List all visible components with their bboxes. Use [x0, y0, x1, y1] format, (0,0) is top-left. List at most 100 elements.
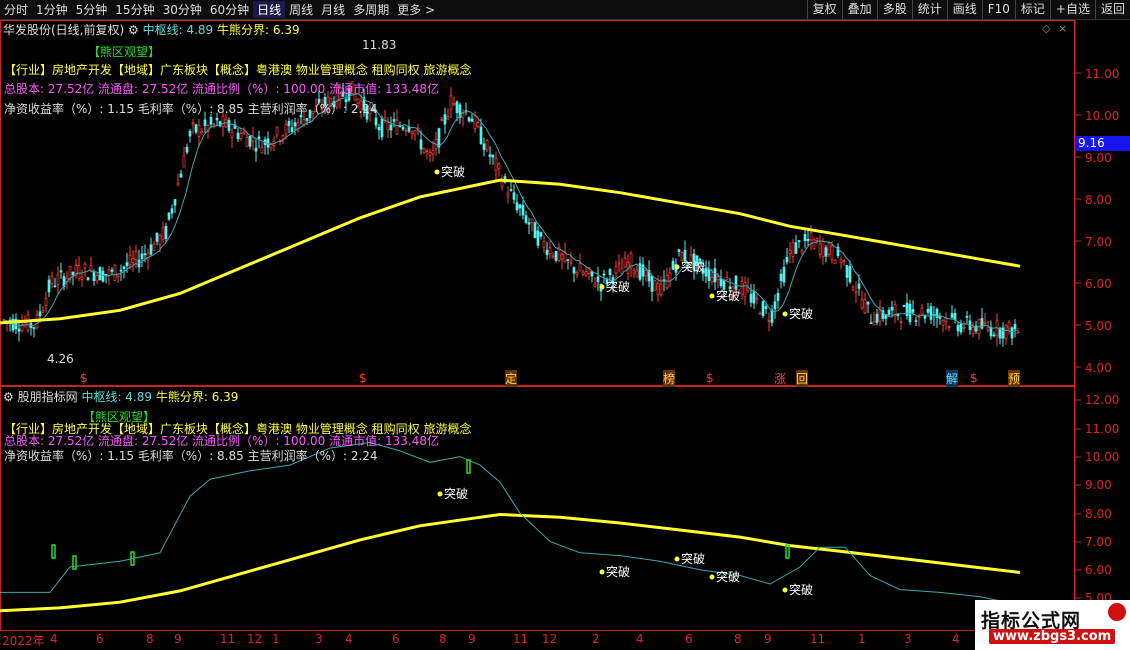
candle-body — [1004, 325, 1008, 339]
candle-body — [863, 299, 867, 314]
candle-body — [857, 283, 861, 289]
candle-body — [467, 117, 471, 122]
candle-body — [593, 283, 597, 287]
candle-body — [404, 130, 408, 132]
candle-body — [275, 126, 279, 136]
candle-body — [395, 119, 399, 135]
candle-body — [377, 126, 381, 131]
candle-body — [77, 265, 81, 279]
candle-body — [197, 124, 201, 137]
event-marker[interactable]: $ — [359, 371, 367, 385]
candle-body — [992, 334, 996, 337]
candle-body — [653, 280, 657, 291]
panel-close-icon[interactable]: × — [1058, 22, 1067, 35]
candle-body — [1001, 327, 1005, 339]
candle-body — [515, 202, 519, 211]
candle-body — [71, 271, 75, 276]
candle-body — [185, 146, 189, 153]
breakout-label: 突破 — [441, 164, 465, 179]
candle-body — [122, 266, 126, 270]
x-tick: 2 — [592, 632, 600, 646]
candle-body — [305, 117, 309, 121]
candle-body — [437, 128, 441, 148]
current-price-tag: 9.16 — [1075, 136, 1130, 151]
candle-body — [200, 131, 204, 134]
candle-body — [191, 122, 195, 125]
candle-body — [32, 327, 36, 329]
candle-body — [149, 244, 153, 255]
candle-body — [38, 311, 42, 317]
price-chart-area[interactable]: 突破突破突破突破突破突破突破突破突破突破 — [0, 0, 1130, 650]
x-tick: 4 — [50, 632, 58, 646]
candle-body — [635, 270, 639, 278]
indicator-panel-header: ⚙ 股朋指标网 中枢线: 4.89 牛熊分界: 6.39 — [3, 388, 238, 405]
candle-body — [641, 264, 645, 277]
event-marker[interactable]: 预 — [1008, 370, 1021, 387]
candle-body — [848, 266, 852, 283]
candle-body — [293, 122, 297, 127]
candle-body — [533, 222, 537, 239]
candle-body — [866, 301, 870, 305]
candle-body — [938, 316, 942, 319]
candle-body — [287, 120, 291, 126]
candle-body — [212, 123, 216, 126]
candle-body — [497, 163, 501, 170]
candle-body — [860, 298, 864, 309]
candle-body — [170, 208, 174, 214]
candle-body — [926, 308, 930, 313]
candle-body — [248, 136, 252, 147]
y-tick: 6.00 — [1085, 563, 1112, 577]
candle-body — [80, 276, 84, 280]
breakout-label: 突破 — [606, 279, 630, 294]
candle-body — [569, 261, 573, 264]
breakout-label: 突破 — [606, 564, 630, 579]
event-marker[interactable]: 涨 — [774, 370, 786, 387]
candle-body — [194, 124, 198, 133]
event-marker[interactable]: 榜 — [663, 370, 676, 387]
candle-body — [155, 232, 159, 242]
candle-body — [971, 327, 975, 334]
candle-body — [440, 119, 444, 122]
event-marker[interactable]: $ — [970, 371, 978, 385]
event-marker[interactable]: $ — [706, 371, 714, 385]
candle-body — [800, 249, 804, 253]
settings-gear-icon[interactable]: ⚙ — [128, 23, 139, 37]
candle-body — [221, 116, 225, 128]
candle-body — [983, 321, 987, 325]
candle-body — [179, 173, 183, 178]
candle-body — [392, 119, 396, 122]
green-signal-bar — [72, 555, 77, 570]
x-tick: 1 — [858, 632, 866, 646]
candle-body — [608, 269, 612, 276]
candle-body — [488, 154, 492, 157]
event-marker[interactable]: 定 — [505, 370, 518, 387]
candle-body — [257, 136, 261, 139]
bull-bear-label: 牛熊分界: 6.39 — [217, 23, 300, 37]
candle-body — [494, 157, 498, 172]
candle-body — [83, 263, 87, 269]
event-marker[interactable]: $ — [80, 371, 88, 385]
candle-body — [44, 298, 48, 306]
candle-body — [911, 309, 915, 313]
candle-body — [56, 274, 60, 285]
breakout-dot — [782, 311, 788, 317]
candle-body — [41, 310, 45, 313]
candle-body — [164, 226, 168, 240]
breakout-dot — [782, 587, 788, 593]
y-tick: 10.00 — [1085, 109, 1120, 123]
candle-body — [479, 126, 483, 145]
candle-body — [959, 323, 963, 333]
candle-body — [101, 270, 105, 282]
event-marker[interactable]: 回 — [796, 370, 809, 387]
watermark-logo-icon — [1108, 603, 1126, 621]
panel-diamond-icon[interactable]: ◇ — [1042, 22, 1050, 35]
candle-body — [509, 189, 513, 192]
candle-body — [920, 307, 924, 315]
candle-body — [236, 132, 240, 140]
candle-body — [812, 239, 816, 249]
indicator-gear-icon[interactable]: ⚙ — [3, 390, 14, 404]
event-marker[interactable]: 解 — [946, 370, 959, 387]
candle-body — [872, 321, 876, 326]
green-signal-bar — [785, 544, 790, 559]
candle-body — [575, 272, 579, 276]
